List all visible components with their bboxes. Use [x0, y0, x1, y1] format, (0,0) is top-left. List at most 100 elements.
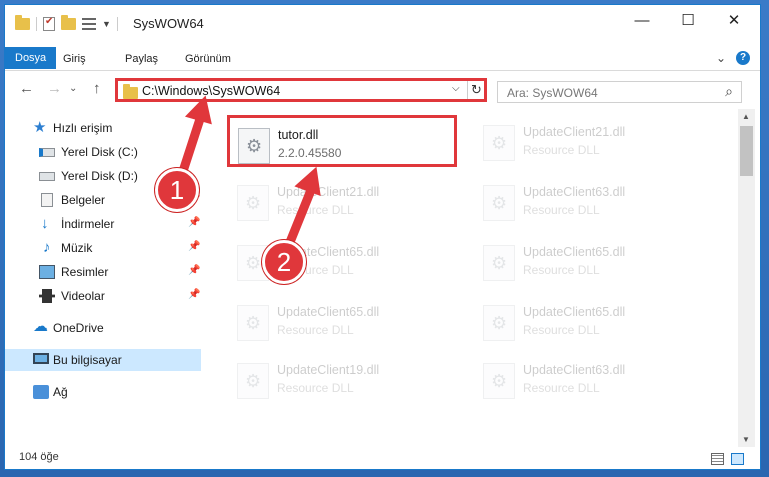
search-placeholder: Ara: SysWOW64 [507, 86, 598, 100]
toolbar-separator [36, 17, 37, 31]
music-icon: ♪ [43, 239, 51, 256]
file-name: UpdateClient63.dll [523, 363, 626, 377]
dll-file-icon [483, 363, 515, 399]
address-row: ← → ⌄ ↑ C:\Windows\SysWOW64 ⌵ ↻ Ara: Sys… [5, 72, 760, 106]
file-name: UpdateClient19.dll [277, 363, 380, 377]
network-icon [33, 385, 49, 399]
file-tile[interactable]: UpdateClient19.dll Resource DLL [229, 353, 459, 405]
file-description: Resource DLL [523, 203, 600, 217]
file-tile[interactable]: UpdateClient21.dll Resource DLL [229, 175, 459, 227]
download-icon: ↓ [41, 215, 49, 232]
quick-access-toolbar: ▼ [15, 15, 118, 31]
sidebar-item-label: Belgeler [61, 193, 106, 207]
scroll-up-arrow-icon[interactable]: ▲ [742, 112, 750, 121]
sidebar-item-videos[interactable]: Videolar 📌 [5, 285, 201, 307]
forward-button[interactable]: → [47, 80, 62, 97]
file-description: Resource DLL [523, 263, 600, 277]
pin-icon: 📌 [188, 241, 201, 252]
document-icon [41, 193, 53, 207]
view-options-icon[interactable] [82, 18, 96, 30]
minimize-button[interactable]: — [619, 5, 665, 35]
new-folder-icon[interactable] [61, 15, 76, 30]
file-description: Resource DLL [523, 381, 600, 395]
details-view-icon[interactable] [711, 453, 724, 465]
customize-toolbar-chevron-icon[interactable]: ▼ [102, 19, 111, 29]
sidebar-item-network[interactable]: Ağ [5, 381, 201, 403]
file-tile-tutor-dll[interactable]: tutor.dll 2.2.0.45580 [227, 115, 457, 167]
dll-file-icon [237, 185, 269, 221]
tab-dosya[interactable]: Dosya [5, 47, 57, 69]
dll-file-icon [237, 363, 269, 399]
file-tile[interactable]: UpdateClient21.dll Resource DLL [475, 115, 705, 167]
file-description: Resource DLL [523, 143, 600, 157]
star-icon: ★ [33, 119, 47, 136]
annotation-badge-2: 2 [262, 240, 306, 284]
maximize-button[interactable]: ☐ [665, 5, 711, 35]
sidebar-item-pictures[interactable]: Resimler 📌 [5, 261, 201, 283]
search-input[interactable]: Ara: SysWOW64 ⌕ [497, 81, 742, 103]
file-tile[interactable]: UpdateClient65.dll Resource DLL [475, 295, 705, 347]
file-description: Resource DLL [523, 323, 600, 337]
vertical-scrollbar[interactable]: ▲ ▼ [738, 109, 755, 447]
file-tile[interactable]: UpdateClient63.dll Resource DLL [475, 353, 705, 405]
recent-locations-chevron-icon[interactable]: ⌄ [69, 83, 77, 94]
folder-icon [123, 84, 138, 99]
sidebar-item-local-disk-c[interactable]: Yerel Disk (C:) [5, 141, 201, 163]
dll-file-icon [483, 185, 515, 221]
sidebar-item-this-pc[interactable]: Bu bilgisayar [5, 349, 201, 371]
sidebar-item-label: Yerel Disk (D:) [61, 169, 138, 183]
file-description: Resource DLL [277, 203, 354, 217]
window-title: SysWOW64 [133, 16, 204, 31]
file-name: UpdateClient21.dll [277, 185, 380, 199]
file-tile[interactable]: UpdateClient65.dll Resource DLL [475, 235, 705, 287]
close-button[interactable]: ✕ [711, 5, 757, 35]
properties-icon[interactable] [43, 16, 55, 31]
dll-file-icon [483, 125, 515, 161]
address-bar[interactable]: C:\Windows\SysWOW64 ⌵ ↻ [115, 78, 487, 102]
scrollbar-thumb[interactable] [740, 126, 753, 176]
address-path[interactable]: C:\Windows\SysWOW64 [142, 84, 280, 98]
search-icon[interactable]: ⌕ [725, 83, 733, 100]
tab-giris[interactable]: Giriş [63, 48, 86, 70]
sidebar-item-downloads[interactable]: ↓ İndirmeler 📌 [5, 213, 201, 235]
up-button[interactable]: ↑ [93, 80, 101, 97]
folder-icon[interactable] [15, 15, 30, 30]
status-bar: 104 öğe [5, 449, 760, 469]
cloud-icon: ☁ [33, 318, 48, 335]
computer-icon [33, 353, 49, 364]
file-name: UpdateClient63.dll [523, 185, 626, 199]
sidebar-item-label: İndirmeler [61, 217, 115, 231]
sidebar-item-onedrive[interactable]: ☁ OneDrive [5, 317, 201, 339]
sidebar-item-quick-access[interactable]: ★ Hızlı erişim [5, 117, 201, 139]
sidebar-item-music[interactable]: ♪ Müzik 📌 [5, 237, 201, 259]
annotation-badge-1: 1 [155, 168, 199, 212]
file-tile[interactable]: UpdateClient65.dll Resource DLL [229, 295, 459, 347]
file-name: UpdateClient21.dll [523, 125, 626, 139]
tab-gorunum[interactable]: Görünüm [185, 48, 231, 70]
file-version: 2.2.0.45580 [278, 146, 342, 160]
file-tile[interactable]: UpdateClient63.dll Resource DLL [475, 175, 705, 227]
file-name: UpdateClient65.dll [277, 305, 380, 319]
sidebar-item-label: OneDrive [53, 321, 104, 335]
drive-icon [39, 148, 55, 157]
address-dropdown-icon[interactable]: ⌵ [452, 83, 460, 94]
file-description: Resource DLL [277, 381, 354, 395]
sidebar-item-label: Yerel Disk (C:) [61, 145, 138, 159]
sidebar-item-label: Resimler [61, 265, 109, 279]
help-icon[interactable]: ? [736, 51, 750, 65]
toolbar-separator [116, 17, 118, 31]
tab-paylas[interactable]: Paylaş [125, 48, 158, 70]
tiles-view-icon[interactable] [731, 453, 744, 465]
pictures-icon [39, 265, 55, 279]
back-button[interactable]: ← [19, 80, 34, 97]
scroll-down-arrow-icon[interactable]: ▼ [742, 435, 750, 444]
dll-file-icon [483, 245, 515, 281]
refresh-icon[interactable]: ↻ [467, 81, 485, 99]
drive-icon [39, 172, 55, 181]
video-icon [39, 289, 55, 303]
ribbon-tabs: Dosya Giriş Paylaş Görünüm ⌄ ? [5, 45, 760, 71]
sidebar-item-label: Bu bilgisayar [53, 353, 122, 367]
file-name: UpdateClient65.dll [523, 305, 626, 319]
sidebar-item-label: Müzik [61, 241, 93, 255]
ribbon-expand-chevron-icon[interactable]: ⌄ [716, 51, 726, 65]
